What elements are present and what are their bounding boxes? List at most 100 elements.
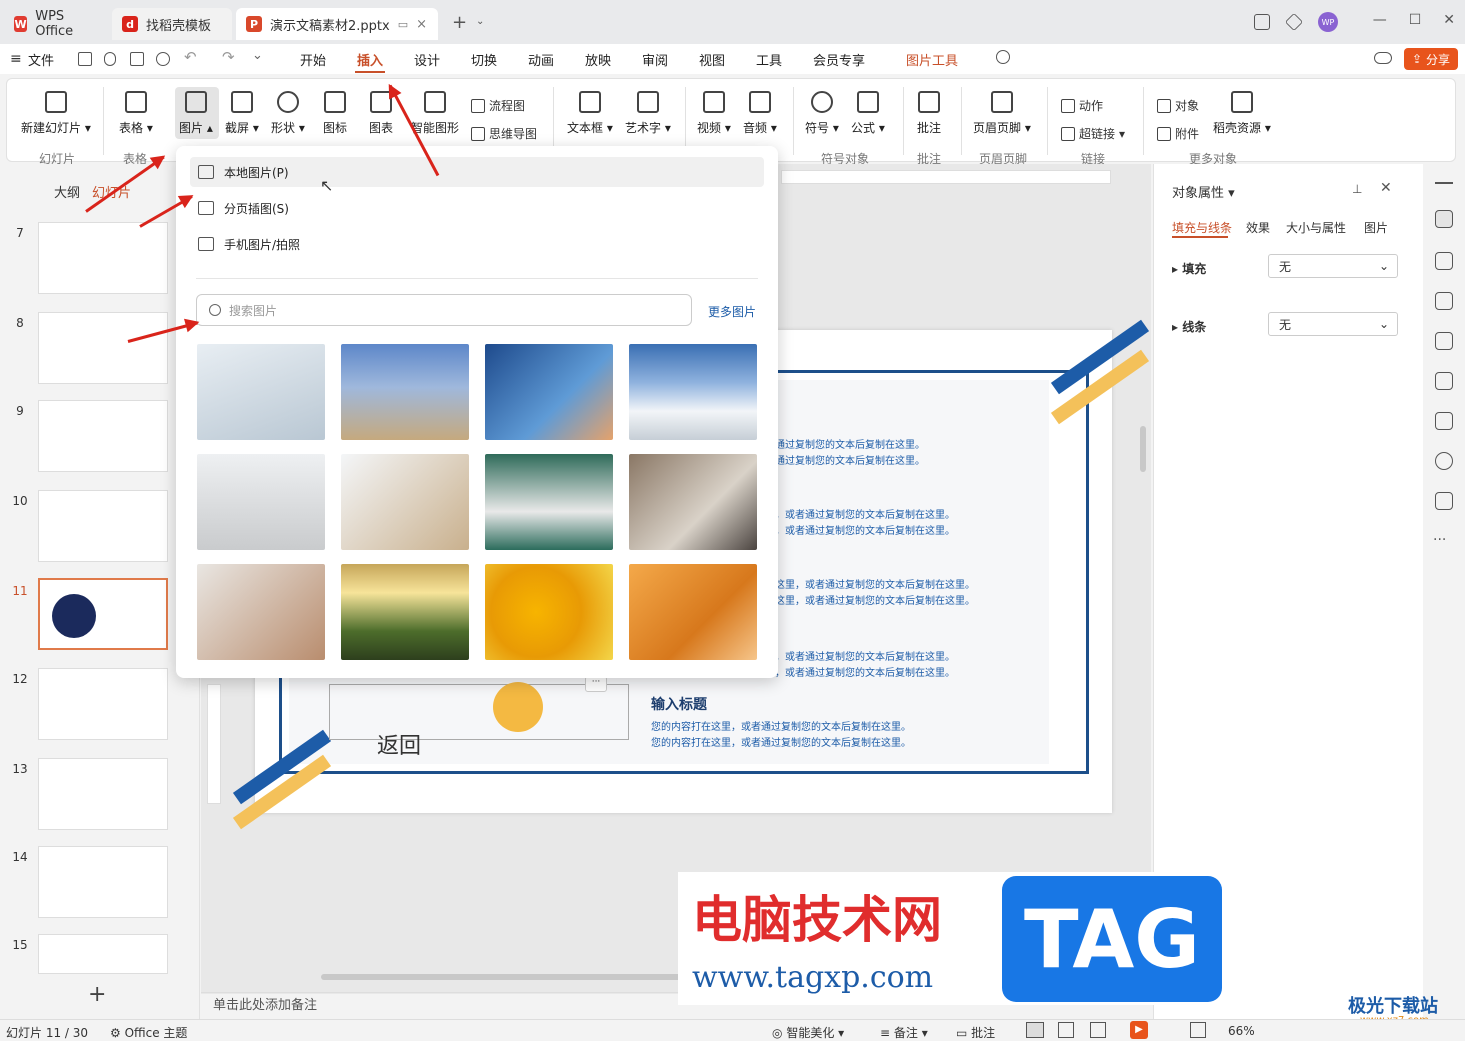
undo-icon[interactable]: ↶	[184, 48, 197, 66]
menu-insert[interactable]: 插入	[357, 50, 383, 69]
picture-button[interactable]: 图片 ▴	[179, 91, 213, 136]
grid-view-icon[interactable]	[1058, 1022, 1074, 1038]
play-icon[interactable]: ▶	[1130, 1021, 1148, 1039]
stock-image[interactable]	[197, 564, 325, 660]
slide-thumbnail[interactable]	[38, 758, 168, 830]
phone-picture-option[interactable]: 手机图片/拍照	[190, 229, 764, 259]
tab-outline[interactable]: 大纲	[54, 182, 80, 201]
more-icon[interactable]: ···	[1433, 532, 1446, 548]
tab-size-props[interactable]: 大小与属性	[1286, 219, 1346, 236]
paginated-picture-option[interactable]: 分页插图(S)	[190, 193, 764, 223]
vertical-scrollbar[interactable]	[1140, 426, 1146, 472]
stock-image[interactable]	[629, 454, 757, 550]
tab-fill-line[interactable]: 填充与线条	[1172, 219, 1232, 236]
wordart-button[interactable]: 艺术字 ▾	[625, 91, 671, 136]
collapse-icon[interactable]	[1435, 182, 1453, 184]
fill-select[interactable]: 无 ⌄	[1268, 254, 1398, 278]
slide-thumbnail-selected[interactable]	[38, 578, 168, 650]
tab-document[interactable]: P 演示文稿素材2.pptx ▭ ×	[236, 8, 438, 40]
export-icon[interactable]	[104, 52, 116, 66]
stock-image[interactable]	[629, 344, 757, 440]
slide-thumbnail[interactable]	[38, 490, 168, 562]
tools-icon[interactable]	[1435, 372, 1453, 390]
maximize-icon[interactable]: ☐	[1409, 12, 1422, 28]
horizontal-scrollbar[interactable]	[321, 974, 701, 980]
stock-image[interactable]	[341, 454, 469, 550]
normal-view-icon[interactable]	[1026, 1022, 1044, 1038]
help-icon[interactable]	[1435, 452, 1453, 470]
stock-image[interactable]	[341, 564, 469, 660]
textbox-button[interactable]: 文本框 ▾	[567, 91, 613, 136]
stock-image[interactable]	[197, 344, 325, 440]
hyperlink-button[interactable]: 超链接 ▾	[1061, 125, 1125, 142]
monitor-icon[interactable]: ▭	[398, 18, 408, 31]
attachment-button[interactable]: 附件	[1157, 125, 1199, 142]
theme-label[interactable]: ⚙ Office 主题	[110, 1024, 187, 1041]
stock-image[interactable]	[485, 344, 613, 440]
close-icon[interactable]: ✕	[1380, 180, 1392, 196]
redo-icon[interactable]: ↷	[222, 48, 235, 66]
menu-view[interactable]: 视图	[699, 50, 725, 69]
menu-tools[interactable]: 工具	[756, 50, 782, 69]
video-button[interactable]: 视频 ▾	[697, 91, 731, 136]
header-footer-button[interactable]: 页眉页脚 ▾	[973, 91, 1031, 136]
more-options-button[interactable]: ···	[585, 676, 607, 692]
back-text[interactable]: 返回	[377, 728, 421, 760]
slide-heading[interactable]: 输入标题	[651, 694, 707, 714]
properties-icon[interactable]	[1435, 210, 1453, 228]
stock-image[interactable]	[197, 454, 325, 550]
chevron-down-icon[interactable]: ⌄	[476, 16, 484, 27]
add-slide-button[interactable]: +	[88, 982, 106, 1007]
local-picture-option[interactable]: 本地图片(P)	[190, 157, 764, 187]
slide-thumbnail[interactable]	[38, 400, 168, 472]
close-tab-icon[interactable]: ×	[416, 17, 427, 32]
tab-wps-office[interactable]: W WPS Office	[4, 8, 104, 40]
flowchart-button[interactable]: 流程图	[471, 97, 525, 114]
fit-icon[interactable]	[1190, 1022, 1206, 1038]
more-pictures-link[interactable]: 更多图片	[708, 303, 756, 320]
layout-icon[interactable]	[1254, 14, 1270, 30]
pin-icon[interactable]: ⊥	[1352, 182, 1362, 196]
hamburger-icon[interactable]: ≡	[10, 51, 22, 67]
screenshot-button[interactable]: 截屏 ▾	[225, 91, 259, 136]
zoom-level[interactable]: 66%	[1228, 1024, 1255, 1038]
new-slide-button[interactable]: 新建幻灯片 ▾	[21, 91, 91, 136]
avatar[interactable]: WP	[1318, 12, 1338, 32]
close-window-icon[interactable]: ✕	[1443, 12, 1455, 28]
brush-icon[interactable]	[1435, 332, 1453, 350]
preview-icon[interactable]	[156, 52, 170, 66]
slide-thumbnail[interactable]	[38, 312, 168, 384]
docer-resources-button[interactable]: 稻壳资源 ▾	[1213, 91, 1271, 136]
menu-home[interactable]: 开始	[300, 50, 326, 69]
comment-button[interactable]: 批注	[917, 91, 941, 136]
fill-section[interactable]: ▸ 填充	[1172, 260, 1206, 277]
tab-effect[interactable]: 效果	[1246, 219, 1270, 236]
slide-thumbnail[interactable]	[38, 934, 168, 974]
cube-icon[interactable]	[1284, 12, 1304, 32]
reading-view-icon[interactable]	[1090, 1022, 1106, 1038]
menu-member[interactable]: 会员专享	[813, 50, 865, 69]
stock-image[interactable]	[629, 564, 757, 660]
new-tab-icon[interactable]: +	[452, 12, 467, 33]
icon-button[interactable]: 图标	[323, 91, 347, 136]
minimize-icon[interactable]: —	[1373, 12, 1387, 28]
star-icon[interactable]	[1435, 252, 1453, 270]
tab-docer-templates[interactable]: d 找稻壳模板	[112, 8, 232, 40]
menu-design[interactable]: 设计	[414, 50, 440, 69]
object-button[interactable]: 对象	[1157, 97, 1199, 114]
symbol-button[interactable]: 符号 ▾	[805, 91, 839, 136]
slide-thumbnail[interactable]	[38, 222, 168, 294]
slide-thumbnail[interactable]	[38, 846, 168, 918]
selected-image-bounds[interactable]	[329, 684, 629, 740]
menu-review[interactable]: 审阅	[642, 50, 668, 69]
stock-image[interactable]	[485, 564, 613, 660]
table-button[interactable]: 表格 ▾	[119, 91, 153, 136]
stock-image[interactable]	[485, 454, 613, 550]
smartart-button[interactable]: 智能图形	[411, 91, 459, 136]
menu-transition[interactable]: 切换	[471, 50, 497, 69]
stock-image[interactable]	[341, 344, 469, 440]
more-chevron-icon[interactable]: ⌄	[252, 48, 263, 63]
picture-search-input[interactable]: 搜索图片	[196, 294, 692, 326]
audio-button[interactable]: 音频 ▾	[743, 91, 777, 136]
slide-thumbnail[interactable]	[38, 668, 168, 740]
